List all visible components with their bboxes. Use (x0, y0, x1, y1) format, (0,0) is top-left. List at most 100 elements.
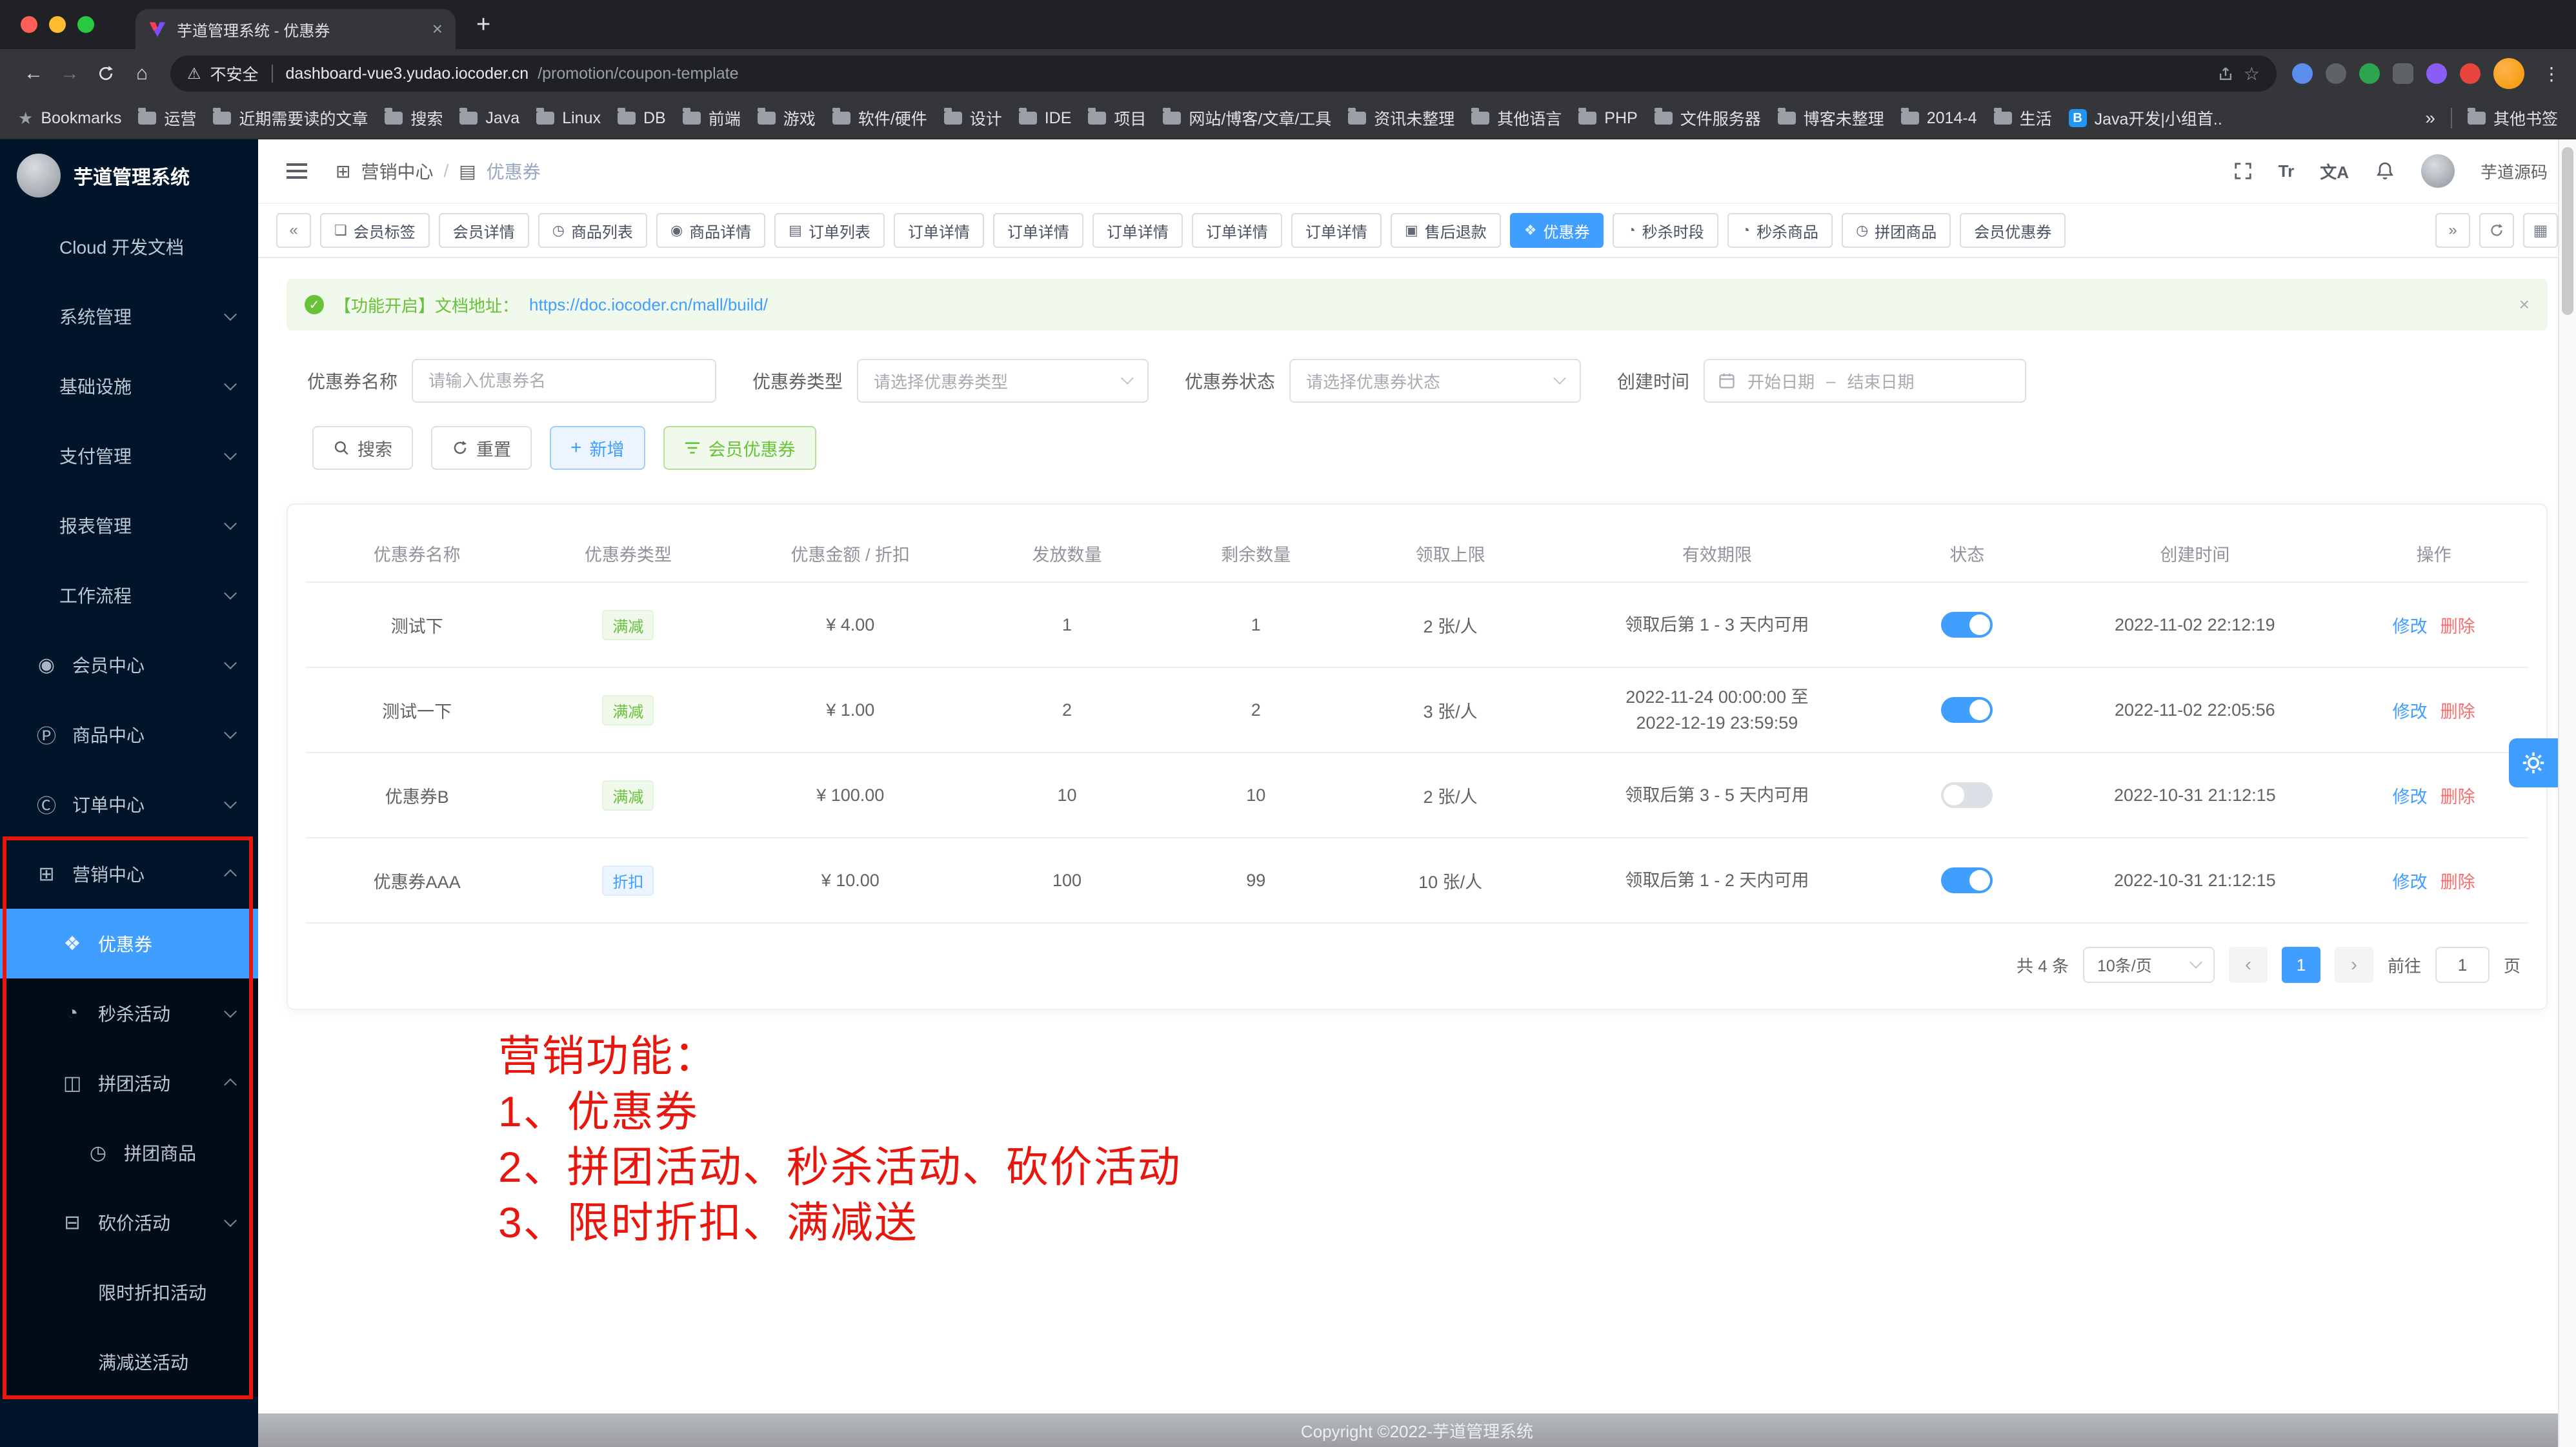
tab-order-detail[interactable]: 订单详情 (993, 213, 1083, 248)
tabs-scroll-left-button[interactable]: « (276, 213, 311, 248)
member-coupon-button[interactable]: 会员优惠券 (663, 426, 816, 470)
fullscreen-icon[interactable] (2233, 161, 2253, 181)
hamburger-icon[interactable] (287, 163, 307, 179)
edit-link[interactable]: 修改 (2393, 702, 2428, 722)
tabs-scroll-right-button[interactable]: » (2435, 213, 2470, 248)
sidebar-item-groupbuy-product[interactable]: ◷拼团商品 (0, 1118, 258, 1188)
edit-link[interactable]: 修改 (2393, 787, 2428, 807)
browser-tab[interactable]: 芋道管理系统 - 优惠券 × (136, 9, 456, 49)
sidebar-item-groupbuy-activity[interactable]: ◫拼团活动 (0, 1048, 258, 1118)
bookmarks-root[interactable]: ★Bookmarks (18, 108, 121, 128)
scrollbar-thumb[interactable] (2562, 147, 2573, 315)
address-bar[interactable]: ⚠ 不安全 dashboard-vue3.yudao.iocoder.cn /p… (170, 56, 2277, 92)
sidebar-item-member-center[interactable]: ◉会员中心 (0, 630, 258, 700)
bookmark-folder[interactable]: 资讯未整理 (1348, 106, 1454, 130)
extension-icon[interactable] (2292, 63, 2313, 84)
tab-member-coupon[interactable]: 会员优惠券 (1960, 213, 2066, 248)
sidebar-item-infrastructure[interactable]: 基础设施 (0, 351, 258, 421)
extension-icon[interactable] (2326, 63, 2346, 84)
sidebar-item-order-center[interactable]: Ⓒ订单中心 (0, 769, 258, 839)
coupon-status-select[interactable]: 请选择优惠券状态 (1289, 359, 1581, 403)
bookmark-folder[interactable]: 其他语言 (1471, 106, 1562, 130)
other-bookmarks[interactable]: 其他书签 (2468, 106, 2558, 130)
translate-icon[interactable]: 文A (2320, 159, 2349, 183)
next-page-button[interactable]: › (2335, 947, 2373, 983)
reset-button[interactable]: 重置 (431, 426, 532, 470)
bookmark-folder[interactable]: DB (618, 109, 666, 128)
sidebar-item-marketing-center[interactable]: ⊞营销中心 (0, 839, 258, 909)
bookmark-folder[interactable]: 软件/硬件 (832, 106, 927, 130)
bookmark-folder[interactable]: 搜索 (385, 106, 443, 130)
tab-coupon[interactable]: ❖优惠券 (1510, 213, 1604, 248)
tab-order-detail[interactable]: 订单详情 (1092, 213, 1183, 248)
bell-icon[interactable] (2375, 161, 2395, 181)
edit-link[interactable]: 修改 (2393, 873, 2428, 892)
extension-icon[interactable] (2460, 63, 2480, 84)
tab-product-detail[interactable]: ◉商品详情 (656, 213, 765, 248)
bookmark-folder[interactable]: IDE (1019, 109, 1072, 128)
home-icon[interactable]: ⌂ (124, 56, 160, 92)
edit-link[interactable]: 修改 (2393, 617, 2428, 636)
bookmark-folder[interactable]: 项目 (1088, 106, 1146, 130)
sidebar-item-cloud-docs[interactable]: Cloud 开发文档 (0, 212, 258, 281)
user-avatar[interactable] (2421, 154, 2455, 188)
bookmark-folder[interactable]: 游戏 (758, 106, 816, 130)
sidebar-item-system-management[interactable]: 系统管理 (0, 281, 258, 351)
close-icon[interactable]: × (2519, 294, 2530, 315)
end-date-placeholder[interactable]: 结束日期 (1847, 369, 1915, 393)
sidebar-item-payment-management[interactable]: 支付管理 (0, 421, 258, 491)
bookmark-folder[interactable]: 运营 (138, 106, 196, 130)
tab-seckill-time[interactable]: ◔秒杀时段 (1613, 213, 1718, 248)
reload-icon[interactable] (88, 56, 124, 92)
start-date-placeholder[interactable]: 开始日期 (1747, 369, 1815, 393)
page-size-select[interactable]: 10条/页 (2083, 947, 2215, 983)
profile-avatar[interactable] (2493, 58, 2524, 89)
bookmark-folder[interactable]: 近期需要读的文章 (213, 106, 368, 130)
sidebar-item-time-discount-activity[interactable]: 限时折扣活动 (0, 1257, 258, 1327)
goto-page-input[interactable] (2435, 947, 2490, 983)
date-range-picker[interactable]: 开始日期 – 结束日期 (1704, 359, 2026, 403)
share-icon[interactable] (2217, 65, 2235, 83)
delete-link[interactable]: 删除 (2440, 873, 2475, 892)
tab-groupbuy-product[interactable]: ◷拼团商品 (1842, 213, 1951, 248)
tab-product-list[interactable]: ◷商品列表 (538, 213, 647, 248)
add-button[interactable]: + 新增 (550, 426, 645, 470)
bookmark-folder[interactable]: 文件服务器 (1655, 106, 1761, 130)
sidebar-item-workflow[interactable]: 工作流程 (0, 560, 258, 630)
tab-order-list[interactable]: ▤订单列表 (774, 213, 885, 248)
bookmark-folder[interactable]: 2014-4 (1901, 109, 1977, 128)
font-size-icon[interactable]: Tr (2279, 161, 2295, 181)
browser-menu-icon[interactable]: ⋮ (2542, 63, 2561, 85)
close-window-button[interactable] (21, 16, 37, 33)
bookmark-folder[interactable]: 博客未整理 (1778, 106, 1884, 130)
bookmark-folder[interactable]: 前端 (683, 106, 741, 130)
sidebar-item-report-management[interactable]: 报表管理 (0, 491, 258, 560)
tab-order-detail[interactable]: 订单详情 (894, 213, 984, 248)
current-page-button[interactable]: 1 (2282, 947, 2320, 983)
tabs-refresh-button[interactable] (2479, 213, 2514, 248)
status-toggle[interactable] (1941, 867, 1993, 893)
back-icon[interactable]: ← (15, 56, 52, 92)
status-toggle[interactable] (1941, 782, 1993, 808)
sidebar-item-seckill-activity[interactable]: ◔秒杀活动 (0, 978, 258, 1048)
search-button[interactable]: 搜索 (312, 426, 413, 470)
alert-link[interactable]: https://doc.iocoder.cn/mall/build/ (529, 295, 768, 315)
breadcrumb-parent[interactable]: 营销中心 (361, 158, 433, 184)
tab-seckill-product[interactable]: ◔秒杀商品 (1727, 213, 1833, 248)
tab-close-icon[interactable]: × (432, 19, 443, 39)
bookmark-folder[interactable]: 生活 (1994, 106, 2052, 130)
sidebar-item-coupon[interactable]: ❖优惠券 (0, 909, 258, 978)
prev-page-button[interactable]: ‹ (2229, 947, 2268, 983)
tab-member-detail[interactable]: 会员详情 (439, 213, 529, 248)
tab-refund[interactable]: ▣售后退款 (1391, 213, 1501, 248)
status-toggle[interactable] (1941, 612, 1993, 638)
new-tab-button[interactable]: + (476, 11, 490, 39)
bookmark-folder[interactable]: 设计 (944, 106, 1002, 130)
extension-icon[interactable] (2393, 63, 2413, 84)
delete-link[interactable]: 删除 (2440, 617, 2475, 636)
delete-link[interactable]: 删除 (2440, 702, 2475, 722)
app-logo[interactable]: 芋道管理系统 (0, 139, 258, 212)
coupon-type-select[interactable]: 请选择优惠券类型 (857, 359, 1149, 403)
forward-icon[interactable]: → (52, 56, 88, 92)
sidebar-item-bargain-activity[interactable]: ⊟砍价活动 (0, 1188, 258, 1257)
